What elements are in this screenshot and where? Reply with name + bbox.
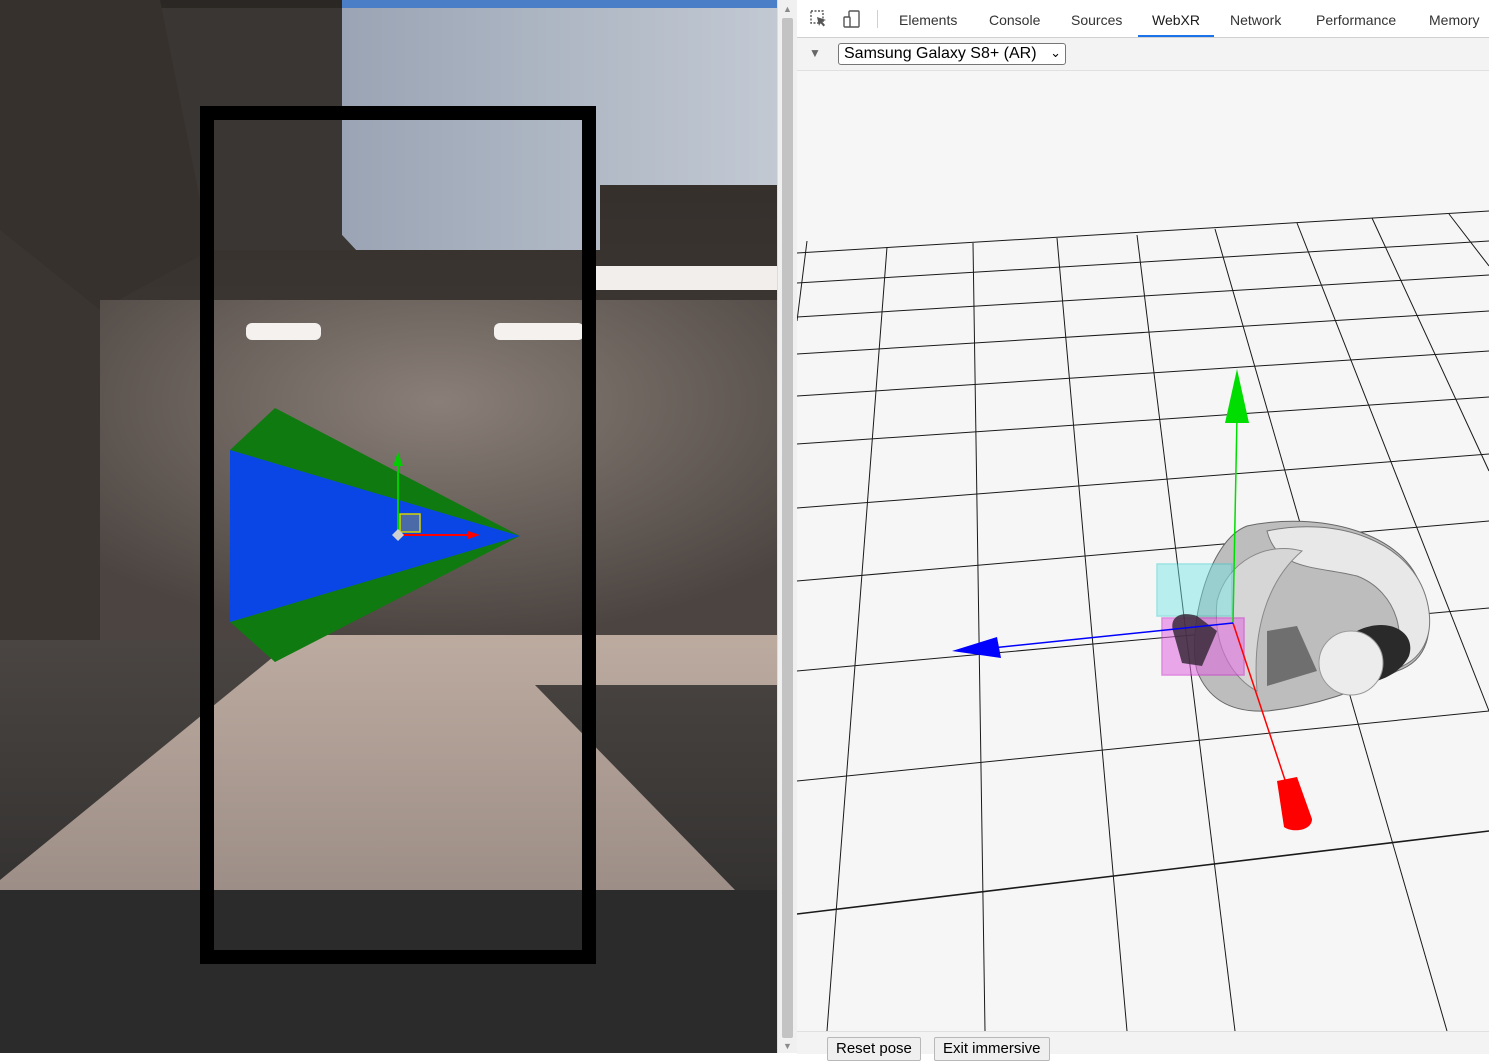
ar-scene-view[interactable]: [0, 0, 777, 1053]
collapse-caret-icon[interactable]: ▼: [809, 46, 821, 60]
device-toolbar-icon[interactable]: [842, 9, 862, 29]
scroll-up-arrow-icon[interactable]: ▲: [778, 2, 797, 16]
devtools-panel: Elements Console Sources WebXR Network P…: [797, 0, 1489, 1061]
inspect-element-icon[interactable]: [809, 9, 829, 29]
tab-network[interactable]: Network: [1230, 0, 1281, 37]
tab-console[interactable]: Console: [989, 0, 1040, 37]
chevron-down-icon: ⌄: [1050, 45, 1061, 60]
webxr-toolbar: ▼ Samsung Galaxy S8+ (AR) ⌄: [797, 38, 1489, 71]
tab-webxr[interactable]: WebXR: [1138, 0, 1214, 37]
vertical-scrollbar[interactable]: ▲ ▼: [777, 0, 797, 1053]
tab-performance[interactable]: Performance: [1316, 0, 1396, 37]
devtools-tab-bar: Elements Console Sources WebXR Network P…: [797, 0, 1489, 38]
scrollbar-thumb[interactable]: [782, 18, 793, 1038]
webxr-3d-viewport[interactable]: [797, 71, 1489, 1031]
tab-sources[interactable]: Sources: [1071, 0, 1122, 37]
toolbar-separator: [877, 10, 878, 28]
tab-elements[interactable]: Elements: [899, 0, 957, 37]
webxr-bottom-bar: Reset pose Exit immersive: [797, 1031, 1489, 1061]
device-select[interactable]: Samsung Galaxy S8+ (AR) ⌄: [838, 43, 1066, 65]
device-select-value: Samsung Galaxy S8+ (AR): [844, 45, 1037, 62]
scroll-down-arrow-icon[interactable]: ▼: [778, 1039, 797, 1053]
exit-immersive-button[interactable]: Exit immersive: [934, 1037, 1050, 1061]
tab-memory[interactable]: Memory: [1429, 0, 1480, 37]
reset-pose-button[interactable]: Reset pose: [827, 1037, 921, 1061]
